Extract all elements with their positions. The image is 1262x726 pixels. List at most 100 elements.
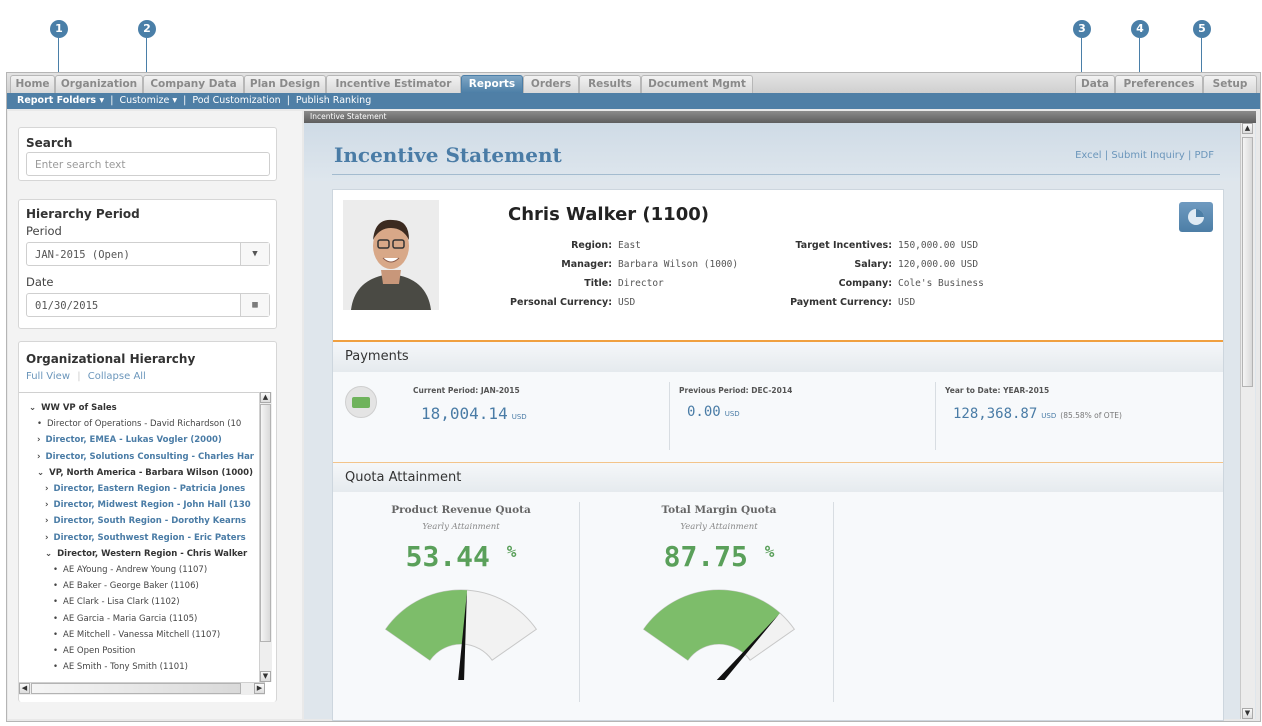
tree-node[interactable]: › Director, Southwest Region - Eric Pater… bbox=[45, 533, 246, 544]
tree-node[interactable]: • AE Mitchell - Vanessa Mitchell (1107) bbox=[53, 630, 220, 641]
tree-node-label: Director, EMEA - Lukas Vogler (2000) bbox=[45, 435, 222, 446]
current-period-value: 18,004.14 USD bbox=[421, 404, 527, 423]
tab-data[interactable]: Data bbox=[1075, 75, 1115, 93]
tab-results[interactable]: Results bbox=[579, 75, 641, 93]
tab-company-data[interactable]: Company Data bbox=[143, 75, 244, 93]
search-input[interactable]: Enter search text bbox=[26, 152, 270, 176]
scroll-thumb[interactable] bbox=[260, 404, 271, 642]
bullet-icon: • bbox=[53, 646, 59, 656]
gauge-2-title: Total Margin Quota bbox=[661, 504, 777, 516]
collapse-all-link[interactable]: Collapse All bbox=[88, 371, 146, 382]
tree-node-label: WW VP of Sales bbox=[41, 403, 117, 413]
customize-menu[interactable]: Customize ▾ bbox=[119, 93, 177, 109]
date-label: Date bbox=[26, 275, 54, 289]
hierarchy-period-title: Hierarchy Period bbox=[26, 207, 140, 221]
full-view-link[interactable]: Full View bbox=[26, 371, 70, 382]
pie-chart-icon[interactable] bbox=[1179, 202, 1213, 232]
tree-node[interactable]: ⌄ VP, North America - Barbara Wilson (100… bbox=[37, 468, 253, 479]
tab-document-mgmt[interactable]: Document Mgmt bbox=[641, 75, 753, 93]
period-label: Period bbox=[26, 224, 62, 238]
tab-reports[interactable]: Reports bbox=[461, 75, 523, 93]
scroll-down-icon[interactable]: ▼ bbox=[260, 671, 271, 682]
tree-node[interactable]: › Director, Eastern Region - Patricia Jon… bbox=[45, 484, 245, 495]
org-hierarchy-title: Organizational Hierarchy bbox=[26, 352, 196, 366]
chevron-right-icon[interactable]: › bbox=[45, 500, 49, 510]
tab-incentive-estimator[interactable]: Incentive Estimator bbox=[326, 75, 461, 93]
tab-organization[interactable]: Organization bbox=[55, 75, 143, 93]
bullet-icon: • bbox=[53, 629, 59, 640]
caret-down-icon[interactable]: ▼ bbox=[240, 243, 269, 265]
tree-node-label: AE Mitchell - Vanessa Mitchell (1107) bbox=[63, 629, 221, 640]
tab-plan-design[interactable]: Plan Design bbox=[244, 75, 326, 93]
tree-node[interactable]: • AE AYoung - Andrew Young (1107) bbox=[53, 565, 207, 576]
tree-node[interactable]: › Director, Midwest Region - John Hall (1… bbox=[45, 500, 251, 511]
gauge-1-subtitle: Yearly Attainment bbox=[422, 522, 500, 532]
publish-ranking-link[interactable]: Publish Ranking bbox=[296, 93, 371, 109]
tree-node[interactable]: • AE Smith - Tony Smith (1101) bbox=[53, 662, 188, 673]
scroll-thumb[interactable] bbox=[1242, 137, 1253, 387]
tab-home[interactable]: Home bbox=[10, 75, 55, 93]
tab-preferences[interactable]: Preferences bbox=[1115, 75, 1203, 93]
tree-node[interactable]: • AE Garcia - Maria Garcia (1105) bbox=[53, 614, 197, 625]
page-title: Incentive Statement bbox=[334, 143, 562, 167]
gauge-1-dial bbox=[384, 589, 538, 680]
pod-customization-link[interactable]: Pod Customization bbox=[192, 93, 280, 109]
chevron-down-icon[interactable]: ⌄ bbox=[37, 468, 44, 478]
callout-4: 4 bbox=[1131, 20, 1149, 38]
bullet-icon: • bbox=[53, 565, 59, 575]
tree-node-label: AE Open Position bbox=[63, 646, 136, 656]
calendar-icon[interactable]: ▦ bbox=[240, 294, 269, 316]
tree-node[interactable]: › Director, Solutions Consulting - Charle… bbox=[37, 452, 254, 463]
tree-node-label: Director, Midwest Region - John Hall (13… bbox=[53, 500, 251, 511]
bullet-icon: • bbox=[53, 662, 59, 673]
submit-inquiry-link[interactable]: Submit Inquiry bbox=[1111, 150, 1184, 161]
tree-node[interactable]: • AE Open Position bbox=[53, 646, 135, 657]
link-separator: | bbox=[1187, 150, 1192, 161]
callout-1: 1 bbox=[50, 20, 68, 38]
scroll-right-icon[interactable]: ▶ bbox=[254, 683, 265, 694]
tree-node-label: Director, Western Region - Chris Walker bbox=[57, 548, 248, 559]
chevron-right-icon[interactable]: › bbox=[37, 452, 41, 462]
tree-node[interactable]: › Director, South Region - Dorothy Kearns bbox=[45, 516, 246, 527]
tree-node[interactable]: ⌄ Director, Western Region - Chris Walker bbox=[45, 549, 247, 560]
sub-navigation: Report Folders ▾ | Customize ▾ | Pod Cus… bbox=[7, 93, 1260, 109]
bullet-icon: • bbox=[53, 581, 59, 592]
scroll-down-icon[interactable]: ▼ bbox=[1242, 708, 1253, 719]
chevron-down-icon[interactable]: ⌄ bbox=[29, 403, 36, 413]
tree-node[interactable]: • Director of Operations - David Richards… bbox=[37, 419, 241, 430]
tree-vertical-scrollbar[interactable]: ▲ ▼ bbox=[259, 392, 272, 682]
date-value: 01/30/2015 bbox=[35, 300, 99, 312]
tree-node[interactable]: › Director, EMEA - Lukas Vogler (2000) bbox=[37, 435, 222, 446]
excel-link[interactable]: Excel bbox=[1075, 150, 1102, 161]
pdf-link[interactable]: PDF bbox=[1195, 150, 1214, 161]
report-folders-menu[interactable]: Report Folders ▾ bbox=[17, 93, 104, 109]
report-scrollbar[interactable]: ▲ ▼ bbox=[1240, 123, 1255, 719]
scroll-left-icon[interactable]: ◀ bbox=[19, 683, 30, 694]
tree-node[interactable]: • AE Baker - George Baker (1106) bbox=[53, 581, 199, 592]
report-panel: Incentive Statement Incentive Statement … bbox=[304, 111, 1256, 721]
chevron-right-icon[interactable]: › bbox=[45, 516, 49, 526]
tab-setup[interactable]: Setup bbox=[1203, 75, 1257, 93]
chevron-right-icon[interactable]: › bbox=[45, 484, 49, 494]
period-select[interactable]: JAN-2015 (Open) ▼ bbox=[26, 242, 270, 266]
tree-horizontal-scrollbar[interactable]: ◀ ▶ bbox=[19, 682, 265, 695]
bullet-icon: • bbox=[53, 613, 59, 624]
chevron-right-icon[interactable]: › bbox=[45, 533, 49, 543]
tree-actions: Full View | Collapse All bbox=[26, 371, 146, 382]
date-field[interactable]: 01/30/2015 ▦ bbox=[26, 293, 270, 317]
hscroll-thumb[interactable] bbox=[31, 683, 241, 694]
gauge-2-subtitle: Yearly Attainment bbox=[680, 522, 758, 532]
scroll-up-icon[interactable]: ▲ bbox=[260, 392, 271, 403]
tree-node-label: VP, North America - Barbara Wilson (1000… bbox=[49, 467, 253, 478]
scroll-up-icon[interactable]: ▲ bbox=[1242, 123, 1253, 134]
tree-node[interactable]: • AE Clark - Lisa Clark (1102) bbox=[53, 597, 180, 608]
search-placeholder: Enter search text bbox=[35, 159, 126, 171]
tree-root-node[interactable]: ⌄ WW VP of Sales bbox=[29, 403, 117, 414]
tab-orders[interactable]: Orders bbox=[523, 75, 579, 93]
chevron-right-icon[interactable]: › bbox=[37, 435, 41, 445]
previous-period-label: Previous Period: DEC-2014 bbox=[679, 386, 793, 395]
chevron-down-icon[interactable]: ⌄ bbox=[45, 549, 52, 559]
main-tab-bar: Home Organization Company Data Plan Desi… bbox=[7, 73, 1260, 93]
employee-name: Chris Walker (1100) bbox=[508, 204, 709, 225]
column-divider bbox=[669, 382, 670, 450]
